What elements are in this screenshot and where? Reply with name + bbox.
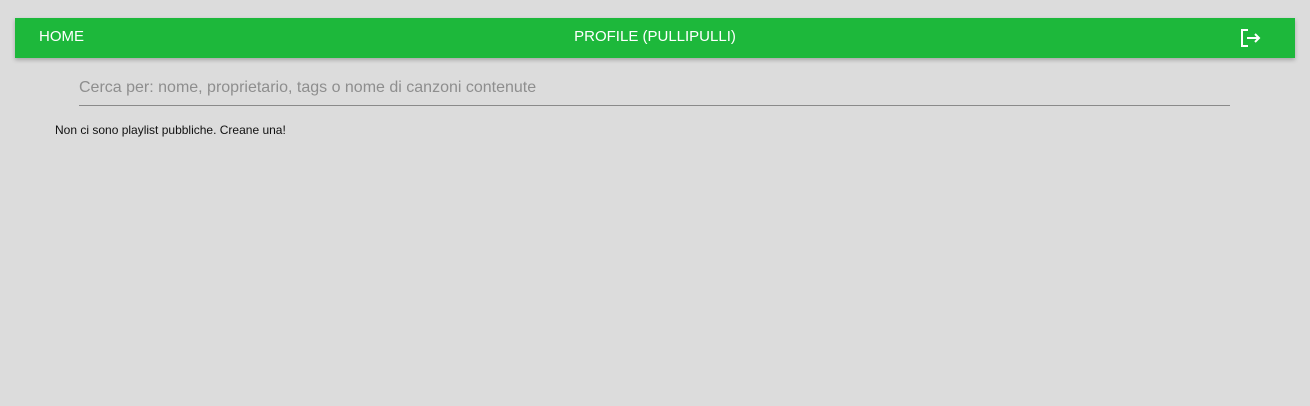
profile-link[interactable]: PROFILE (PULLIPULLI)	[574, 28, 736, 45]
empty-playlists-message: Non ci sono playlist pubbliche. Creane u…	[55, 123, 286, 137]
search-input[interactable]	[79, 74, 1230, 102]
logout-icon	[1241, 29, 1261, 47]
search-field	[79, 74, 1230, 106]
top-navbar: HOME PROFILE (PULLIPULLI)	[15, 18, 1295, 58]
home-link[interactable]: HOME	[39, 18, 84, 58]
logout-button[interactable]	[1239, 28, 1263, 48]
profile-link-wrapper: PROFILE (PULLIPULLI)	[15, 18, 1295, 58]
